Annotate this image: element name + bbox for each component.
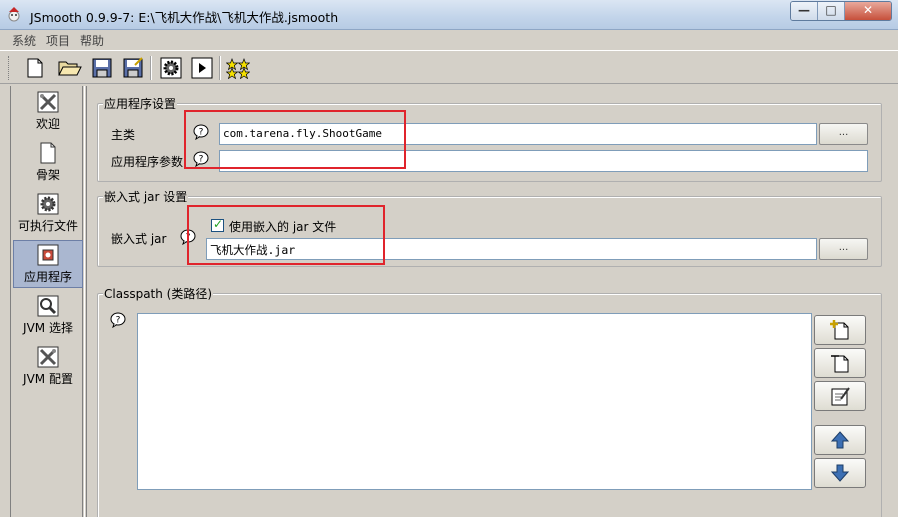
- close-icon: ✕: [862, 3, 874, 17]
- split-divider[interactable]: [84, 86, 87, 517]
- embedded-jar-title: 嵌入式 jar 设置: [103, 188, 189, 205]
- app-settings-title: 应用程序设置: [103, 95, 178, 112]
- svg-text:?: ?: [116, 316, 121, 326]
- menu-bar: 系统 项目 帮助: [0, 30, 898, 50]
- new-file-button[interactable]: [23, 56, 47, 80]
- sidebar-item-executable[interactable]: 可执行文件: [13, 190, 83, 238]
- main-class-label: 主类: [111, 128, 136, 142]
- add-classpath-button[interactable]: [814, 315, 866, 345]
- toolbar-separator: [150, 56, 152, 80]
- application-icon: [37, 244, 59, 266]
- tools-icon: [37, 91, 59, 113]
- jsmooth-app-icon: [8, 7, 20, 22]
- edit-icon: [831, 387, 850, 406]
- sidebar-item-label: 骨架: [35, 168, 60, 182]
- window-title: JSmooth 0.9.9-7: E:\飞机大作战\飞机大作战.jsmooth: [30, 10, 339, 25]
- move-up-button[interactable]: [814, 425, 866, 455]
- classpath-title: Classpath (类路径): [103, 285, 214, 302]
- save-button[interactable]: [90, 56, 114, 80]
- add-file-icon: [830, 320, 849, 340]
- save-icon: [92, 58, 112, 78]
- sidebar-panel: 欢迎 骨架 可执行文件 应用程序 JVM 选择 JVM 配置: [10, 86, 83, 517]
- new-file-icon: [27, 58, 43, 78]
- sidebar-item-jvm-config[interactable]: JVM 配置: [13, 343, 83, 391]
- window-controls: — □ ✕: [790, 1, 892, 21]
- menu-help[interactable]: 帮助: [76, 32, 110, 49]
- help-bubble-icon[interactable]: ?: [110, 312, 126, 328]
- app-args-label: 应用程序参数: [111, 155, 184, 169]
- gear-icon: [37, 193, 59, 215]
- about-stars-icon: [226, 58, 250, 79]
- embedded-jar-browse-button[interactable]: ...: [819, 238, 868, 260]
- magnifier-icon: [37, 295, 59, 317]
- embedded-jar-label: 嵌入式 jar: [111, 232, 167, 246]
- close-button[interactable]: ✕: [845, 2, 891, 20]
- move-down-button[interactable]: [814, 458, 866, 488]
- sidebar-item-label: 应用程序: [23, 270, 72, 284]
- highlight-box: [187, 205, 385, 265]
- sidebar-item-welcome[interactable]: 欢迎: [13, 88, 83, 136]
- sidebar-item-label: JVM 选择: [23, 321, 73, 335]
- add-folder-classpath-button[interactable]: [814, 348, 866, 378]
- maximize-icon: □: [825, 3, 837, 17]
- compile-gear-icon: [160, 57, 182, 79]
- save-as-button[interactable]: [121, 56, 145, 80]
- about-button[interactable]: [226, 56, 250, 80]
- save-as-icon: [123, 57, 143, 78]
- menu-project[interactable]: 项目: [42, 32, 76, 49]
- run-icon: [191, 57, 213, 79]
- sidebar-item-label: JVM 配置: [23, 372, 73, 386]
- menu-system[interactable]: 系统: [0, 32, 42, 49]
- minimize-icon: —: [798, 3, 810, 17]
- sidebar-item-jvm-select[interactable]: JVM 选择: [13, 292, 83, 340]
- open-button[interactable]: [58, 56, 82, 80]
- sidebar-item-label: 可执行文件: [17, 219, 78, 233]
- sidebar-item-label: 欢迎: [35, 117, 60, 131]
- sidebar: 欢迎 骨架 可执行文件 应用程序 JVM 选择 JVM 配置: [8, 86, 83, 517]
- tools-icon: [37, 346, 59, 368]
- highlight-box: [184, 110, 406, 169]
- main-class-browse-button[interactable]: ...: [819, 123, 868, 145]
- sidebar-item-application[interactable]: 应用程序: [13, 240, 83, 288]
- toolbar-grip[interactable]: [8, 56, 11, 80]
- title-bar: JSmooth 0.9.9-7: E:\飞机大作战\飞机大作战.jsmooth …: [0, 0, 898, 30]
- edit-classpath-button[interactable]: [814, 381, 866, 411]
- arrow-down-icon: [830, 464, 850, 482]
- toolbar: [0, 50, 898, 84]
- new-entry-icon: [831, 355, 849, 373]
- classpath-list[interactable]: [137, 313, 812, 490]
- skeleton-page-icon: [40, 142, 56, 164]
- open-folder-icon: [58, 61, 82, 76]
- compile-button[interactable]: [159, 56, 183, 80]
- toolbar-separator: [219, 56, 221, 80]
- maximize-button[interactable]: □: [818, 2, 845, 20]
- arrow-up-icon: [830, 431, 850, 449]
- sidebar-item-skeleton[interactable]: 骨架: [13, 139, 83, 187]
- minimize-button[interactable]: —: [791, 2, 818, 20]
- run-button[interactable]: [190, 56, 214, 80]
